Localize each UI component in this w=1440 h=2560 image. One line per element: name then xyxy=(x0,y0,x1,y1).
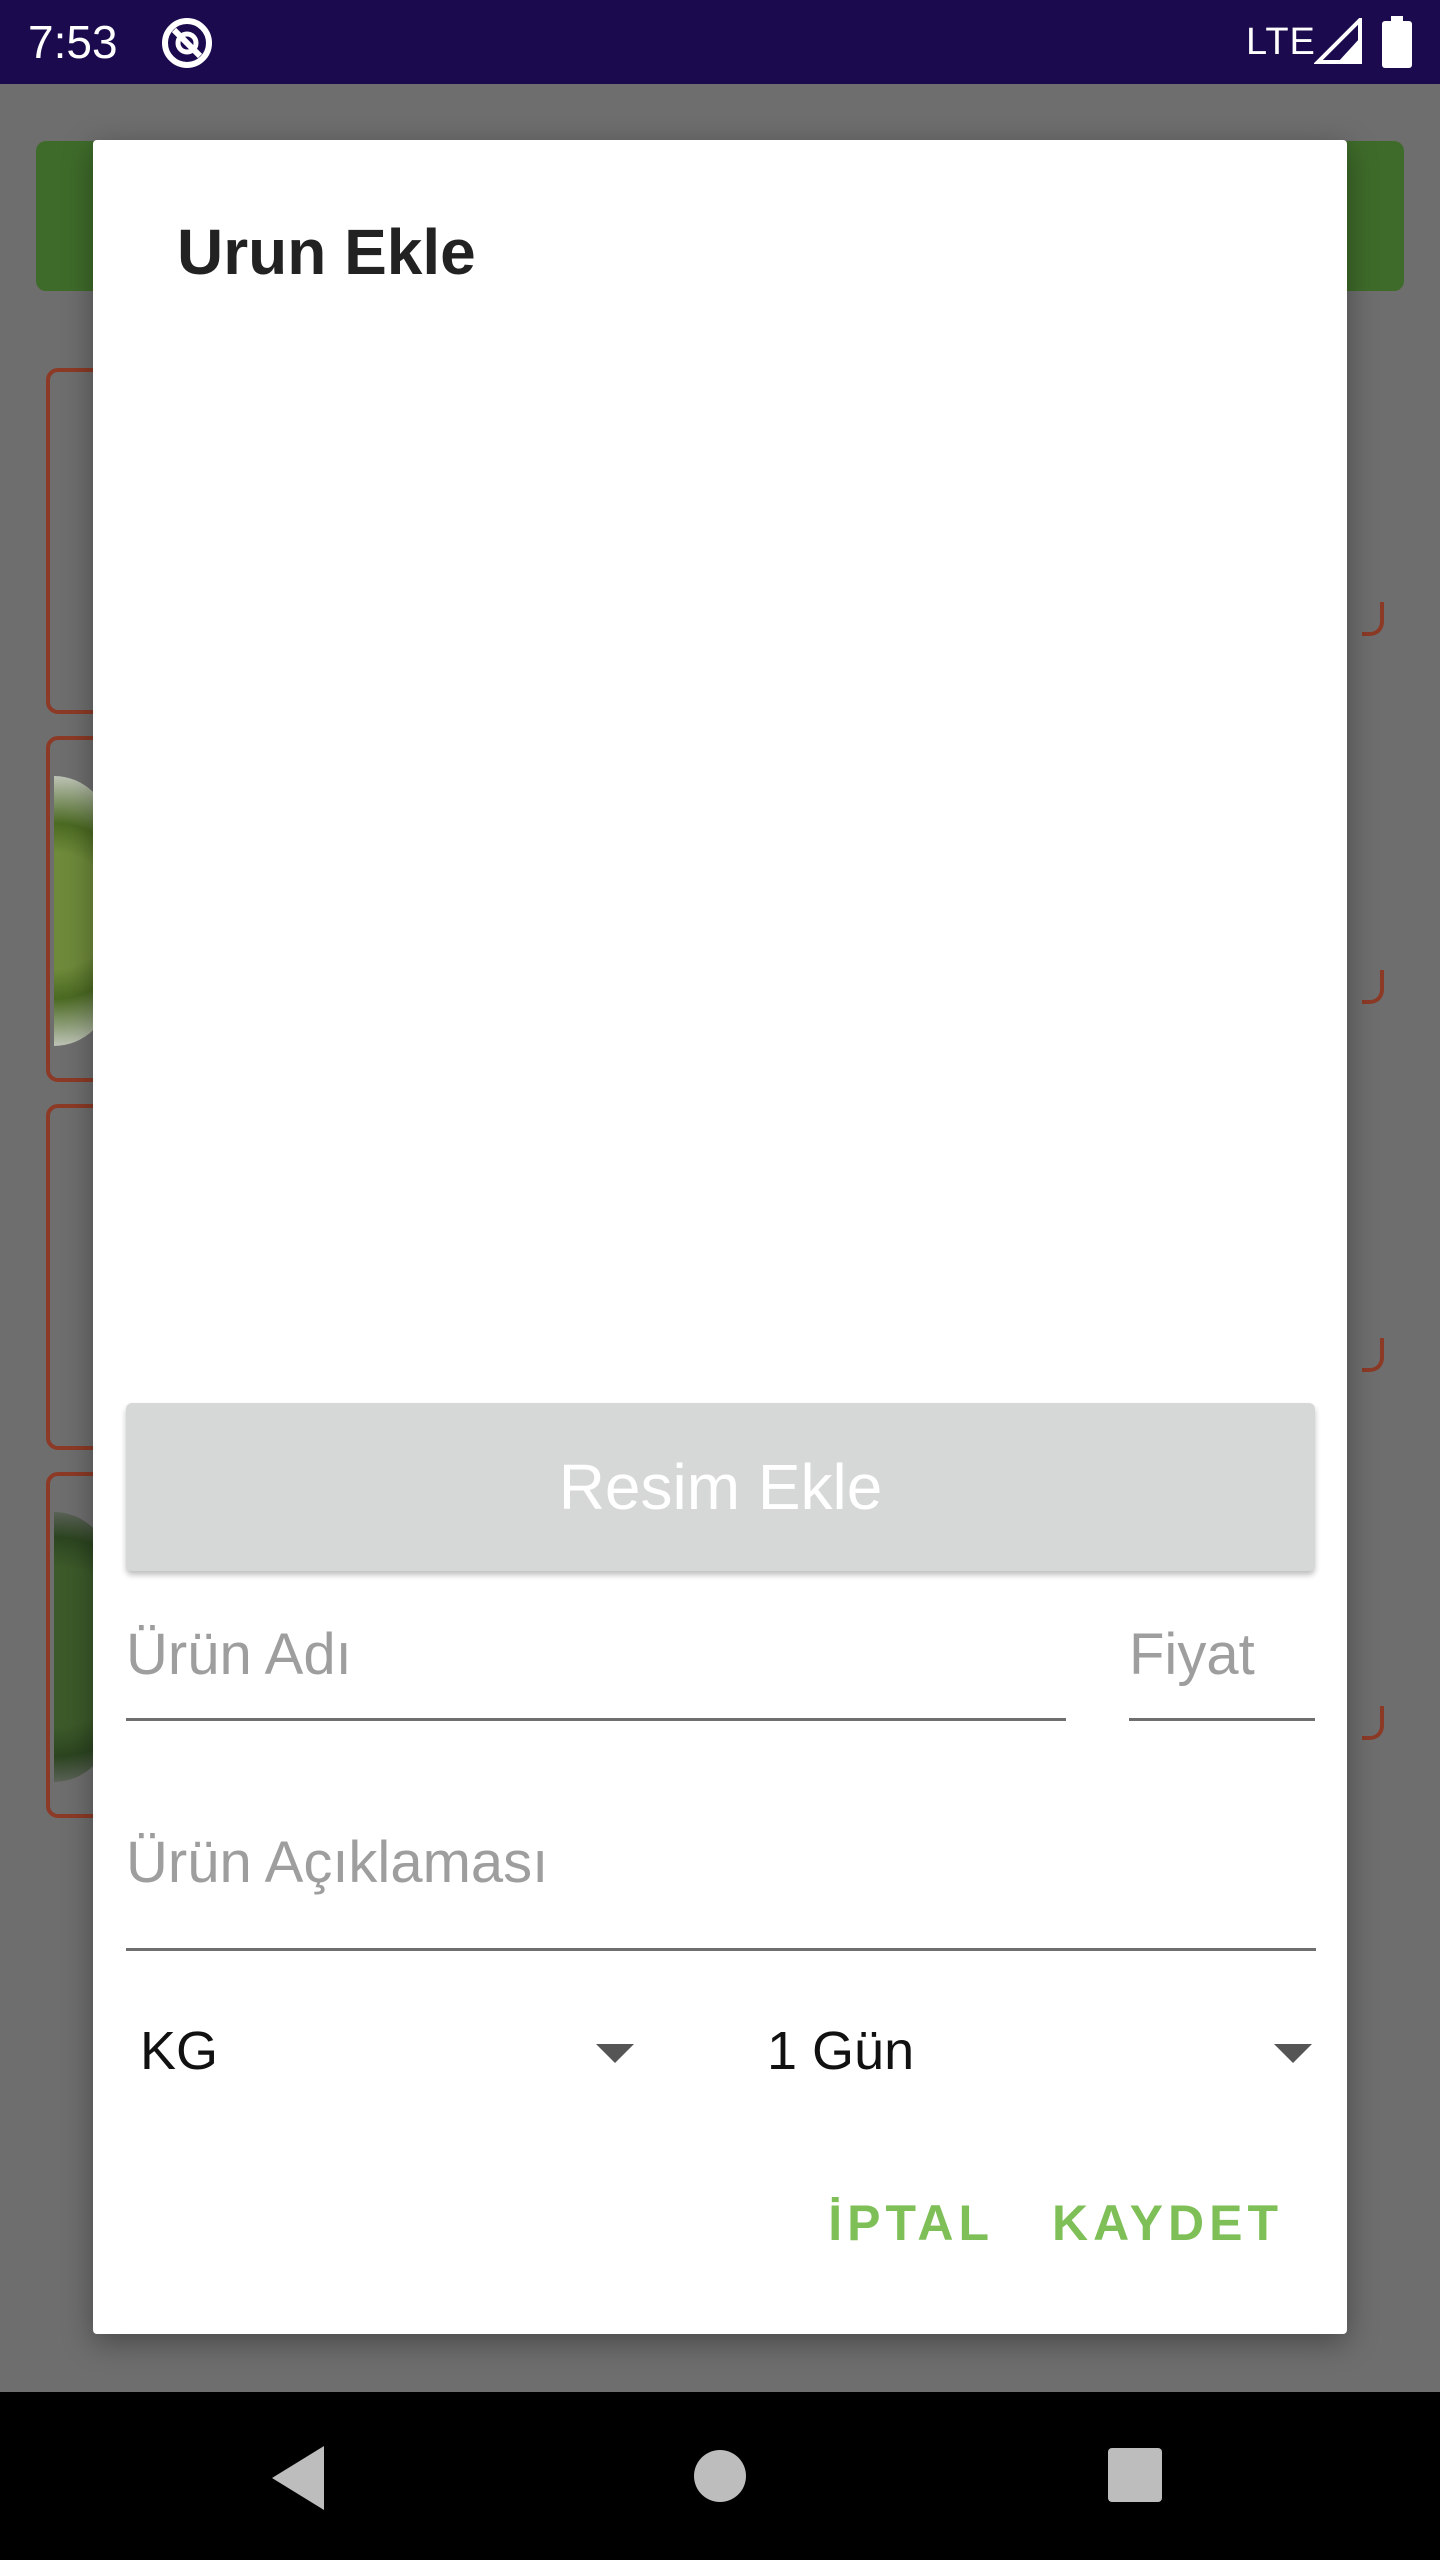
add-image-button[interactable]: Resim Ekle xyxy=(126,1403,1315,1571)
dropdown-arrow-icon xyxy=(596,2044,634,2063)
price-field-container xyxy=(1129,1590,1315,1721)
product-image-preview xyxy=(125,330,1315,1530)
recent-apps-icon[interactable] xyxy=(1108,2448,1162,2502)
network-type-label: LTE xyxy=(1246,21,1316,63)
duration-spinner[interactable]: 1 Gün xyxy=(767,1996,1367,2106)
add-product-dialog: Urun Ekle Resim Ekle KG 1 Gün İPTAL KAYD… xyxy=(93,140,1347,2334)
status-bar: 7:53 LTE xyxy=(0,0,1440,84)
card-accent xyxy=(1362,1338,1384,1372)
product-name-field[interactable] xyxy=(126,1590,1066,1718)
card-accent xyxy=(1362,602,1384,636)
home-icon[interactable] xyxy=(694,2450,746,2502)
save-button[interactable]: KAYDET xyxy=(1052,2178,1283,2268)
card-accent xyxy=(1362,1706,1384,1740)
unit-spinner[interactable]: KG xyxy=(140,1996,740,2106)
product-description-field-container xyxy=(126,1776,1316,1951)
navigation-bar xyxy=(0,2392,1440,2560)
battery-icon xyxy=(1382,16,1412,68)
price-field[interactable] xyxy=(1129,1590,1315,1718)
cancel-button[interactable]: İPTAL xyxy=(828,2178,994,2268)
product-description-field[interactable] xyxy=(126,1776,1316,1948)
dialog-actions: İPTAL KAYDET xyxy=(828,2178,1283,2268)
status-time: 7:53 xyxy=(28,16,118,68)
dropdown-arrow-icon xyxy=(1274,2044,1312,2063)
unit-spinner-value: KG xyxy=(140,2021,219,2081)
signal-icon xyxy=(1314,18,1362,64)
dialog-title: Urun Ekle xyxy=(177,216,476,288)
product-name-field-container xyxy=(126,1590,1066,1721)
duration-spinner-value: 1 Gün xyxy=(767,2021,915,2081)
back-icon[interactable] xyxy=(272,2446,324,2510)
card-accent xyxy=(1362,970,1384,1004)
app-indicator-icon xyxy=(162,18,212,68)
